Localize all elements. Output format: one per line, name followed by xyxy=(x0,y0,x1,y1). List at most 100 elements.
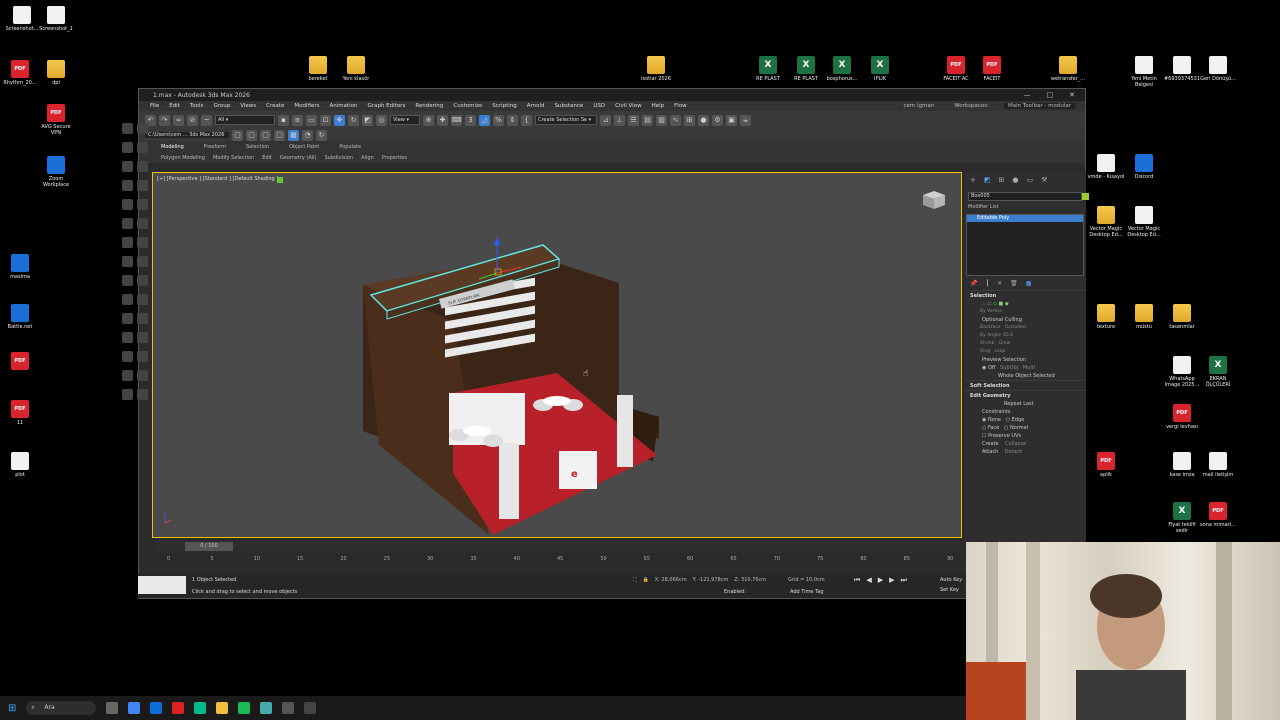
loop-button[interactable]: Loop xyxy=(994,349,1005,354)
by-angle-field[interactable]: By Angle: 45.0 xyxy=(964,332,1086,340)
ribbon-panel-geometry-all-[interactable]: Geometry (All) xyxy=(280,155,317,161)
stack-item-editable-poly[interactable]: Editable Poly xyxy=(967,215,1083,222)
constraint-face-radio[interactable]: Face xyxy=(988,425,999,431)
windows-start-icon[interactable]: ⊞ xyxy=(8,703,16,714)
minimize-button[interactable]: — xyxy=(1024,91,1031,99)
angle-value[interactable]: 45.0 xyxy=(1003,333,1013,338)
create-collapse-buttons[interactable]: Create Collapse xyxy=(964,440,1086,448)
ribbon-tab-modeling[interactable]: Modeling xyxy=(161,144,184,150)
desktop-icon[interactable]: PDF FACEIT xyxy=(972,56,1012,82)
menu-graph-editors[interactable]: Graph Editors xyxy=(363,103,411,109)
repeat-last-button[interactable]: Repeat Last xyxy=(964,400,1086,408)
modify-tab-icon[interactable]: ◩ xyxy=(984,176,991,184)
menu-help[interactable]: Help xyxy=(647,103,670,109)
z-coordinate[interactable]: Z: 310,76cm xyxy=(734,577,766,583)
left-tool-icon[interactable] xyxy=(137,161,148,172)
desktop-icon[interactable]: Battle.net xyxy=(0,304,40,330)
left-tool-icon[interactable] xyxy=(122,332,133,343)
desktop-icon[interactable]: PDF FACEIT AC xyxy=(936,56,976,82)
hierarchy-tab-icon[interactable]: ⊞ xyxy=(999,176,1005,184)
select-scale-icon[interactable]: ◩ xyxy=(362,114,373,126)
modifier-list-dropdown[interactable]: Modifier List xyxy=(968,204,1082,212)
desktop-icon[interactable]: X RE PLAST xyxy=(748,56,788,82)
collapse-button[interactable]: Collapse xyxy=(1005,441,1026,447)
close-button[interactable]: ✕ xyxy=(1069,91,1075,99)
show-end-result-icon[interactable]: ┃ xyxy=(985,280,989,287)
desktop-icon[interactable]: PDF aplik xyxy=(1086,452,1126,478)
desktop-icon[interactable]: kase imza xyxy=(1162,452,1202,478)
desktop-icon[interactable]: masima xyxy=(0,254,40,280)
left-tool-icon[interactable] xyxy=(122,389,133,400)
select-manipulate-icon[interactable]: ✚ xyxy=(437,114,448,126)
menu-flow[interactable]: Flow xyxy=(669,103,692,109)
left-tool-icon[interactable] xyxy=(137,180,148,191)
save-icon[interactable]: ▢ xyxy=(246,129,257,141)
attach-button[interactable]: Attach xyxy=(982,449,998,455)
desktop-icon[interactable]: Yeni Metin Belgesi xyxy=(1124,56,1164,88)
opera-icon[interactable] xyxy=(172,702,185,714)
left-tool-icon[interactable] xyxy=(137,332,148,343)
pivot-icon[interactable]: ⊕ xyxy=(423,114,434,126)
edit-named-selection-icon[interactable]: { xyxy=(521,114,532,126)
left-tool-icon[interactable] xyxy=(122,123,133,134)
sync-icon[interactable]: ↻ xyxy=(316,129,327,141)
selection-rollout[interactable]: Selection xyxy=(964,290,1086,300)
constraints-row-1[interactable]: ◉ None ○ Edge xyxy=(964,416,1086,424)
desktop-icon[interactable]: texture xyxy=(1086,304,1126,330)
set-key-button[interactable]: Set Key xyxy=(940,587,959,593)
3dsmax-taskbar-icon[interactable] xyxy=(260,702,273,714)
file-explorer-icon[interactable] xyxy=(216,702,229,714)
backface-button[interactable]: Backface xyxy=(980,325,1001,330)
desktop-icon[interactable]: dpi xyxy=(36,60,76,86)
create-tab-icon[interactable]: + xyxy=(970,176,976,184)
left-tool-icon[interactable] xyxy=(137,294,148,305)
menu-animation[interactable]: Animation xyxy=(325,103,363,109)
desktop-icon[interactable]: tasarımlar xyxy=(1162,304,1202,330)
left-tool-icon[interactable] xyxy=(122,142,133,153)
ribbon-toggle-icon[interactable]: ▥ xyxy=(656,114,667,126)
next-frame-icon[interactable]: ▶ xyxy=(889,576,894,585)
align-icon[interactable]: ⊥ xyxy=(614,114,625,126)
app-taskbar-icon[interactable] xyxy=(282,702,295,714)
ribbon-panel-properties[interactable]: Properties xyxy=(382,155,407,161)
desktop-icon[interactable]: X Fiyat teklifi sedir xyxy=(1162,502,1202,534)
soft-selection-rollout[interactable]: Soft Selection xyxy=(964,380,1086,390)
material-editor-icon[interactable]: ● xyxy=(698,114,709,126)
perspective-viewport[interactable]: [+] [Perspective ] [Standard ] [Default … xyxy=(152,172,962,538)
render-icon[interactable]: ☕ xyxy=(740,114,751,126)
left-tool-icon[interactable] xyxy=(137,389,148,400)
desktop-icon[interactable]: isotlar 2026 xyxy=(636,56,676,82)
menu-civil-view[interactable]: Civil View xyxy=(610,103,646,109)
left-tool-icon[interactable] xyxy=(122,218,133,229)
culling-options[interactable]: Backface Occluded xyxy=(964,324,1086,332)
desktop-icon[interactable]: müstü xyxy=(1124,304,1164,330)
ribbon-tab-selection[interactable]: Selection xyxy=(246,144,269,150)
left-tool-icon[interactable] xyxy=(137,275,148,286)
desktop-icon[interactable]: Zoom Workplace xyxy=(36,156,76,188)
workspace-dropdown[interactable]: Main Toolbar - modular xyxy=(1003,103,1075,109)
left-tool-icon[interactable] xyxy=(122,237,133,248)
desktop-icon[interactable]: X IPLIK xyxy=(860,56,900,82)
link-icon[interactable]: ∞ xyxy=(173,114,184,126)
left-tool-icon[interactable] xyxy=(137,123,148,134)
ribbon-panel-polygon-modeling[interactable]: Polygon Modeling xyxy=(161,155,205,161)
menu-create[interactable]: Create xyxy=(261,103,289,109)
ribbon-panel-subdivision[interactable]: Subdivision xyxy=(325,155,354,161)
attach-detach-buttons[interactable]: Attach Detach xyxy=(964,448,1086,456)
desktop-icon[interactable]: Discord xyxy=(1124,154,1164,180)
preserve-uvs-checkbox[interactable]: ☐ Preserve UVs xyxy=(964,432,1086,440)
select-by-name-icon[interactable]: ≡ xyxy=(292,114,303,126)
left-tool-icon[interactable] xyxy=(122,256,133,267)
ribbon-panel-modify-selection[interactable]: Modify Selection xyxy=(213,155,254,161)
preview-multi-radio[interactable]: Multi xyxy=(1023,365,1035,371)
subobject-level-icons[interactable]: ∴ ▭ ◇ ■ ◆ xyxy=(964,300,1086,308)
preview-selection-options[interactable]: ◉ Off SubObj Multi xyxy=(964,364,1086,372)
grow-button[interactable]: Grow xyxy=(999,341,1011,346)
layer-explorer-icon[interactable]: ▤ xyxy=(642,114,653,126)
left-tool-icon[interactable] xyxy=(137,313,148,324)
reference-icon[interactable]: ◔ xyxy=(302,129,313,141)
ribbon-tab-object-paint[interactable]: Object Paint xyxy=(289,144,319,150)
select-move-icon[interactable]: ✥ xyxy=(334,114,345,126)
menu-modifiers[interactable]: Modifiers xyxy=(289,103,324,109)
create-button[interactable]: Create xyxy=(982,441,999,447)
